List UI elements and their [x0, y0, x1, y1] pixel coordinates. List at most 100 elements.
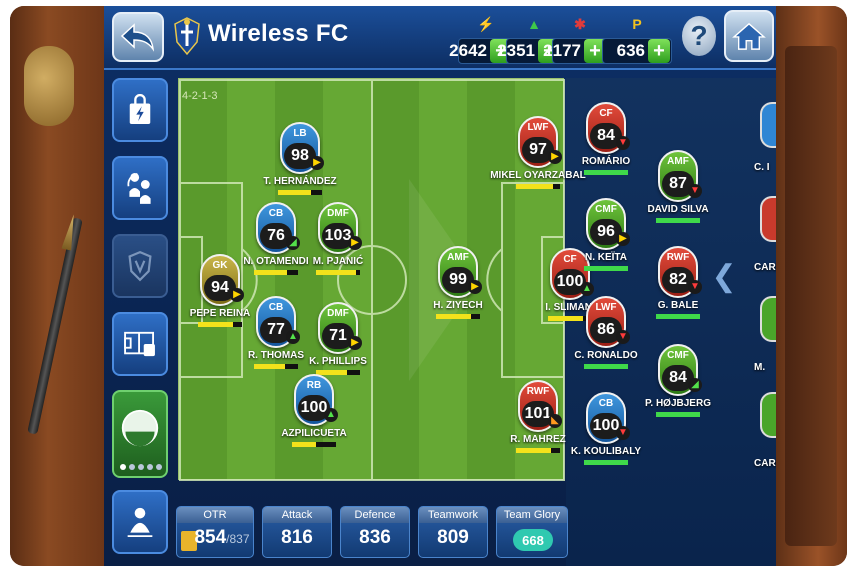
player-position: CB — [268, 208, 284, 219]
player-swap-icon — [127, 173, 151, 204]
page-dot — [120, 464, 126, 470]
player-name: K. KOULIBALY — [570, 446, 642, 457]
stamina-fill — [292, 442, 317, 447]
stamina-fill — [584, 460, 628, 465]
player-position: RB — [306, 380, 322, 391]
player-position: LWF — [527, 122, 549, 133]
formation-label: 4-2-1-3 — [182, 90, 218, 102]
coach-icon — [127, 507, 153, 537]
condition-arrow-icon: ▼ — [688, 184, 702, 198]
stamina-bar — [516, 448, 560, 453]
substitute-player[interactable]: CMF 84 ◢ P. HØJBJERG — [628, 344, 728, 434]
stamina-fill — [436, 314, 472, 319]
stamina-bar — [316, 270, 360, 275]
condition-arrow-icon: ▼ — [688, 280, 702, 294]
stamina-bar — [292, 442, 336, 447]
team-name: Wireless FC — [208, 20, 349, 47]
page-dot — [129, 464, 135, 470]
match-menu-button[interactable] — [112, 490, 168, 554]
reserve-player-name: CARL — [754, 458, 776, 469]
player-position: CF — [599, 108, 613, 119]
player-position: DMF — [327, 208, 349, 219]
otr-sub-value: /837 — [226, 532, 250, 546]
starting-player[interactable]: AMF 99 ▶ H. ZIYECH — [408, 246, 508, 336]
player-position: LWF — [595, 302, 617, 313]
stamina-bar — [516, 184, 560, 189]
shopping-bag-icon — [129, 94, 151, 124]
club-menu-button[interactable] — [112, 234, 168, 298]
player-position: RWF — [666, 252, 690, 263]
player-position: DMF — [327, 308, 349, 319]
stat-defence: Defence 836 — [340, 506, 410, 558]
back-button[interactable] — [112, 12, 164, 62]
starting-player[interactable]: RB 100 ▲ AZPILICUETA — [264, 374, 364, 464]
stat-value: 809 — [437, 527, 469, 548]
player-name: T. HERNÁNDEZ — [263, 176, 337, 187]
stamina-bar — [278, 190, 322, 195]
stamina-fill — [584, 364, 628, 369]
condition-arrow-icon: ▶ — [348, 336, 362, 350]
reserve-player-token[interactable] — [760, 296, 776, 342]
page-dot — [156, 464, 162, 470]
add-resource-button[interactable]: + — [648, 39, 670, 63]
condition-arrow-icon: ▲ — [324, 408, 338, 422]
stamina-fill — [254, 364, 285, 369]
club-crest-icon — [174, 17, 200, 56]
player-position: RWF — [526, 386, 550, 397]
stamina-fill — [584, 266, 628, 271]
reserve-player-token[interactable] — [760, 102, 776, 148]
stamina-bar — [436, 314, 480, 319]
stamina-bar — [656, 412, 700, 417]
reserve-player-token[interactable] — [760, 196, 776, 242]
chevron-left-icon: ❮ — [711, 259, 737, 293]
home-icon — [732, 22, 766, 50]
stamina-fill — [656, 412, 700, 417]
leather-notebook — [785, 46, 837, 546]
star-coin-icon: ✱ — [574, 16, 586, 32]
resource-counter: P 636 + — [602, 16, 672, 70]
stamina-bar — [656, 314, 700, 319]
otr-value: 854 — [194, 527, 227, 548]
condition-arrow-icon: ◢ — [688, 378, 702, 392]
resource-counter: ✱ 2177 + — [543, 16, 608, 70]
reserve-player-token[interactable] — [760, 392, 776, 438]
transfer-menu-button[interactable] — [112, 156, 168, 220]
shop-menu-button[interactable] — [112, 78, 168, 142]
stamina-fill — [584, 170, 628, 175]
player-position: CB — [598, 398, 614, 409]
stamina-bar — [584, 460, 628, 465]
team-page-indicator — [120, 464, 164, 472]
stat-label: OTR — [177, 507, 253, 523]
formation-board-icon — [124, 331, 155, 357]
stamina-bar — [584, 364, 628, 369]
device-frame: Wireless FC ⚡ 2642 + ▲ 2351 + ✱ 2177 + P 636 + ? — [10, 6, 847, 566]
stat-label: Defence — [341, 507, 409, 523]
expand-reserves-button[interactable]: ❮ — [711, 226, 737, 326]
player-name: DAVID SILVA — [647, 204, 709, 215]
player-name: H. ZIYECH — [433, 300, 483, 311]
home-button[interactable] — [724, 10, 774, 62]
player-name: AZPILICUETA — [281, 428, 347, 439]
stat-label: Team Glory — [497, 507, 567, 523]
player-position: CMF — [595, 204, 617, 215]
reserve-player-name: M. — [754, 362, 766, 373]
player-name: M. PJANIĆ — [312, 256, 364, 267]
player-position: AMF — [447, 252, 469, 263]
starting-player[interactable]: DMF 103 ▶ M. PJANIĆ — [288, 202, 388, 292]
wax-seal — [24, 46, 74, 126]
stamina-bar — [656, 218, 700, 223]
stat-team-glory[interactable]: Team Glory 668 — [496, 506, 568, 558]
page-dot — [147, 464, 153, 470]
player-position: GK — [212, 260, 228, 271]
stamina-bar — [584, 266, 628, 271]
reserve-player-name: C. I — [754, 162, 770, 173]
starting-player[interactable]: LB 98 ▶ T. HERNÁNDEZ — [250, 122, 350, 212]
shield-icon — [128, 250, 152, 282]
stat-teamwork: Teamwork 809 — [418, 506, 488, 558]
stat-label: Teamwork — [419, 507, 487, 523]
stat-value: 854/837 — [177, 527, 253, 549]
stat-value: 816 — [281, 527, 313, 548]
help-button[interactable]: ? — [682, 16, 716, 56]
player-position: AMF — [667, 156, 689, 167]
formation-menu-button[interactable] — [112, 312, 168, 376]
